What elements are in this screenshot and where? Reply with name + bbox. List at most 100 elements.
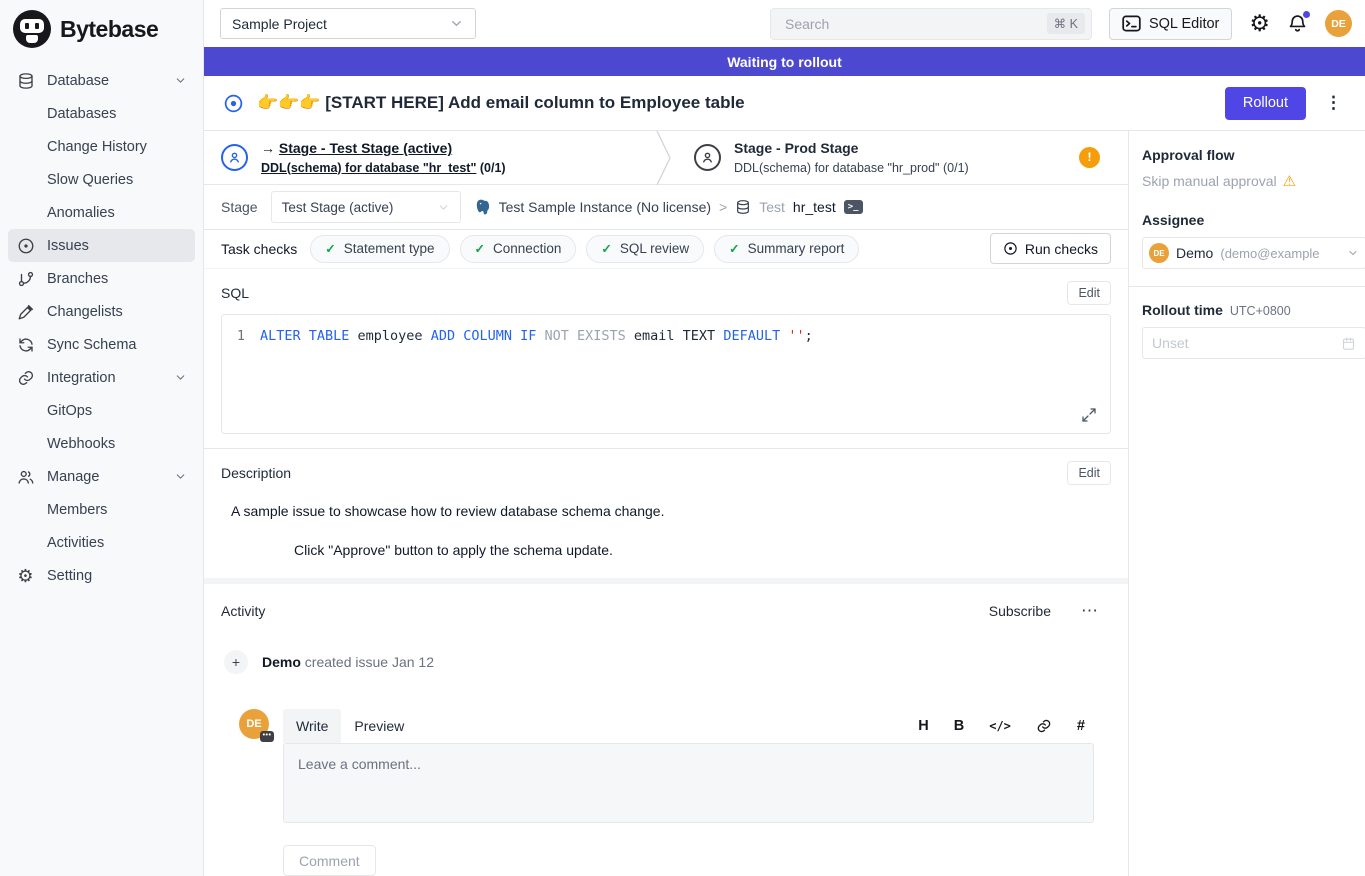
comment-editor: DE ••• Write Preview H B </> <box>221 709 1111 876</box>
sidebar-item-changelists[interactable]: Changelists <box>8 295 195 328</box>
check-pill-statement-type[interactable]: ✓Statement type <box>310 235 449 263</box>
sidebar-item-issues[interactable]: Issues <box>8 229 195 262</box>
open-sql-editor-badge[interactable]: >_ <box>844 200 863 214</box>
check-success-icon: ✓ <box>475 241 485 256</box>
sidebar-item-label: Activities <box>47 535 104 551</box>
assignee-select[interactable]: DE Demo (demo@example <box>1142 237 1365 269</box>
activity-actor[interactable]: Demo <box>262 654 301 670</box>
issue-header: 👉👉👉 [START HERE] Add email column to Emp… <box>204 76 1365 131</box>
sidebar-item-slow-queries[interactable]: Slow Queries <box>8 163 195 196</box>
stage-task-link[interactable]: DDL(schema) for database "hr_test" <box>261 161 476 175</box>
sidebar-item-label: Webhooks <box>47 436 115 452</box>
stage-selector-row: Stage Test Stage (active) Test Sample In… <box>204 185 1128 230</box>
sidebar-item-manage[interactable]: Manage <box>8 460 195 493</box>
keyboard-shortcut-badge: ⌘ K <box>1047 13 1085 34</box>
status-banner-text: Waiting to rollout <box>727 54 842 70</box>
activity-action: created issue <box>305 654 388 670</box>
format-heading-icon[interactable]: H <box>918 718 928 734</box>
format-hash-icon[interactable]: # <box>1077 718 1085 734</box>
subscribe-button[interactable]: Subscribe <box>989 603 1051 619</box>
chevron-down-icon <box>1347 247 1359 259</box>
gear-icon: ⚙ <box>16 566 35 585</box>
sidebar-item-integration[interactable]: Integration <box>8 361 195 394</box>
plus-icon: + <box>224 650 248 674</box>
activity-heading: Activity <box>221 603 265 619</box>
issue-status-icon <box>223 93 244 114</box>
check-pill-connection[interactable]: ✓Connection <box>460 235 577 263</box>
sidebar-item-change-history[interactable]: Change History <box>8 130 195 163</box>
check-pill-summary-report[interactable]: ✓Summary report <box>714 235 859 263</box>
tab-preview[interactable]: Preview <box>341 709 417 743</box>
tab-write[interactable]: Write <box>283 709 341 743</box>
line-number: 1 <box>222 326 260 346</box>
sidebar-item-label: Members <box>47 502 107 518</box>
activity-section: Activity Subscribe ⋯ + Demo created issu… <box>204 584 1128 876</box>
sql-editor-button[interactable]: SQL Editor <box>1109 8 1232 40</box>
search-box[interactable]: ⌘ K <box>770 8 1092 40</box>
issue-side-panel: Approval flow Skip manual approval ⚠ Ass… <box>1128 131 1365 876</box>
check-pill-sql-review[interactable]: ✓SQL review <box>586 235 704 263</box>
sql-heading: SQL <box>221 285 249 301</box>
sql-token: employee <box>349 326 430 346</box>
sidebar-item-members[interactable]: Members <box>8 493 195 526</box>
sidebar-item-setting[interactable]: ⚙ Setting <box>8 559 195 592</box>
sidebar-item-label: Setting <box>47 568 92 584</box>
sql-token <box>780 326 788 346</box>
expand-icon[interactable] <box>1081 407 1097 423</box>
sidebar-item-label: Changelists <box>47 304 123 320</box>
comment-textarea[interactable] <box>283 743 1094 823</box>
sidebar-item-webhooks[interactable]: Webhooks <box>8 427 195 460</box>
format-bold-icon[interactable]: B <box>954 718 964 734</box>
stage-select-label: Stage <box>221 199 258 215</box>
sidebar-item-branches[interactable]: Branches <box>8 262 195 295</box>
rollout-time-placeholder: Unset <box>1152 335 1189 351</box>
database-name[interactable]: hr_test <box>793 199 836 215</box>
rollout-button[interactable]: Rollout <box>1225 87 1306 120</box>
brand-name: Bytebase <box>60 16 158 43</box>
panel-divider <box>1129 286 1365 287</box>
approval-flow-heading: Approval flow <box>1142 147 1365 163</box>
project-select[interactable]: Sample Project <box>220 8 476 39</box>
top-bar: Sample Project ⌘ K SQL Editor ⚙ DE <box>204 0 1365 47</box>
approval-flow-value: Skip manual approval <box>1142 173 1277 189</box>
run-checks-button[interactable]: Run checks <box>990 233 1111 264</box>
stage-card-test[interactable]: → Stage - Test Stage (active) DDL(schema… <box>204 138 655 176</box>
stage-task: DDL(schema) for database "hr_prod" <box>734 161 940 175</box>
stage-select[interactable]: Test Stage (active) <box>271 191 461 223</box>
sidebar-item-anomalies[interactable]: Anomalies <box>8 196 195 229</box>
assignee-avatar: DE <box>1149 243 1169 263</box>
sidebar-item-databases[interactable]: Databases <box>8 97 195 130</box>
rollout-time-input[interactable]: Unset <box>1142 327 1365 359</box>
sidebar-item-label: Integration <box>47 370 116 386</box>
app-window: Bytebase Database Databases Change Histo… <box>0 0 1365 876</box>
sql-token: email TEXT <box>626 326 724 346</box>
settings-gear-icon[interactable]: ⚙ <box>1249 12 1270 35</box>
format-link-icon[interactable] <box>1036 718 1052 734</box>
stage-separator <box>655 131 677 185</box>
stage-card-prod[interactable]: Stage - Prod Stage DDL(schema) for datab… <box>677 138 1128 176</box>
bytebase-logo-icon <box>13 10 51 48</box>
user-avatar[interactable]: DE <box>1325 10 1352 37</box>
editor-tabs: Write Preview H B </> # <box>283 709 1094 743</box>
warning-triangle-icon: ⚠ <box>1283 172 1296 190</box>
left-sidebar: Bytebase Database Databases Change Histo… <box>0 0 204 876</box>
notifications-bell-icon[interactable] <box>1287 13 1308 34</box>
comment-submit-button[interactable]: Comment <box>283 845 376 876</box>
description-edit-button[interactable]: Edit <box>1067 461 1111 485</box>
sidebar-item-activities[interactable]: Activities <box>8 526 195 559</box>
sidebar-item-gitops[interactable]: GitOps <box>8 394 195 427</box>
search-input[interactable] <box>783 15 1047 33</box>
more-options-kebab-icon[interactable]: ⋮ <box>1319 93 1348 113</box>
description-section: Description Edit A sample issue to showc… <box>204 448 1128 578</box>
brand-logo[interactable]: Bytebase <box>0 0 203 58</box>
sidebar-item-database[interactable]: Database <box>8 64 195 97</box>
chevron-down-icon <box>449 16 464 31</box>
sql-edit-button[interactable]: Edit <box>1067 281 1111 305</box>
format-code-icon[interactable]: </> <box>989 719 1011 733</box>
breadcrumb-separator: > <box>719 199 727 215</box>
instance-name[interactable]: Test Sample Instance (No license) <box>499 199 711 215</box>
sql-code-block[interactable]: 1ALTER TABLE employee ADD COLUMN IF NOT … <box>221 314 1111 434</box>
sidebar-item-label: GitOps <box>47 403 92 419</box>
sidebar-item-sync-schema[interactable]: Sync Schema <box>8 328 195 361</box>
activity-more-icon[interactable]: ⋯ <box>1081 601 1098 621</box>
